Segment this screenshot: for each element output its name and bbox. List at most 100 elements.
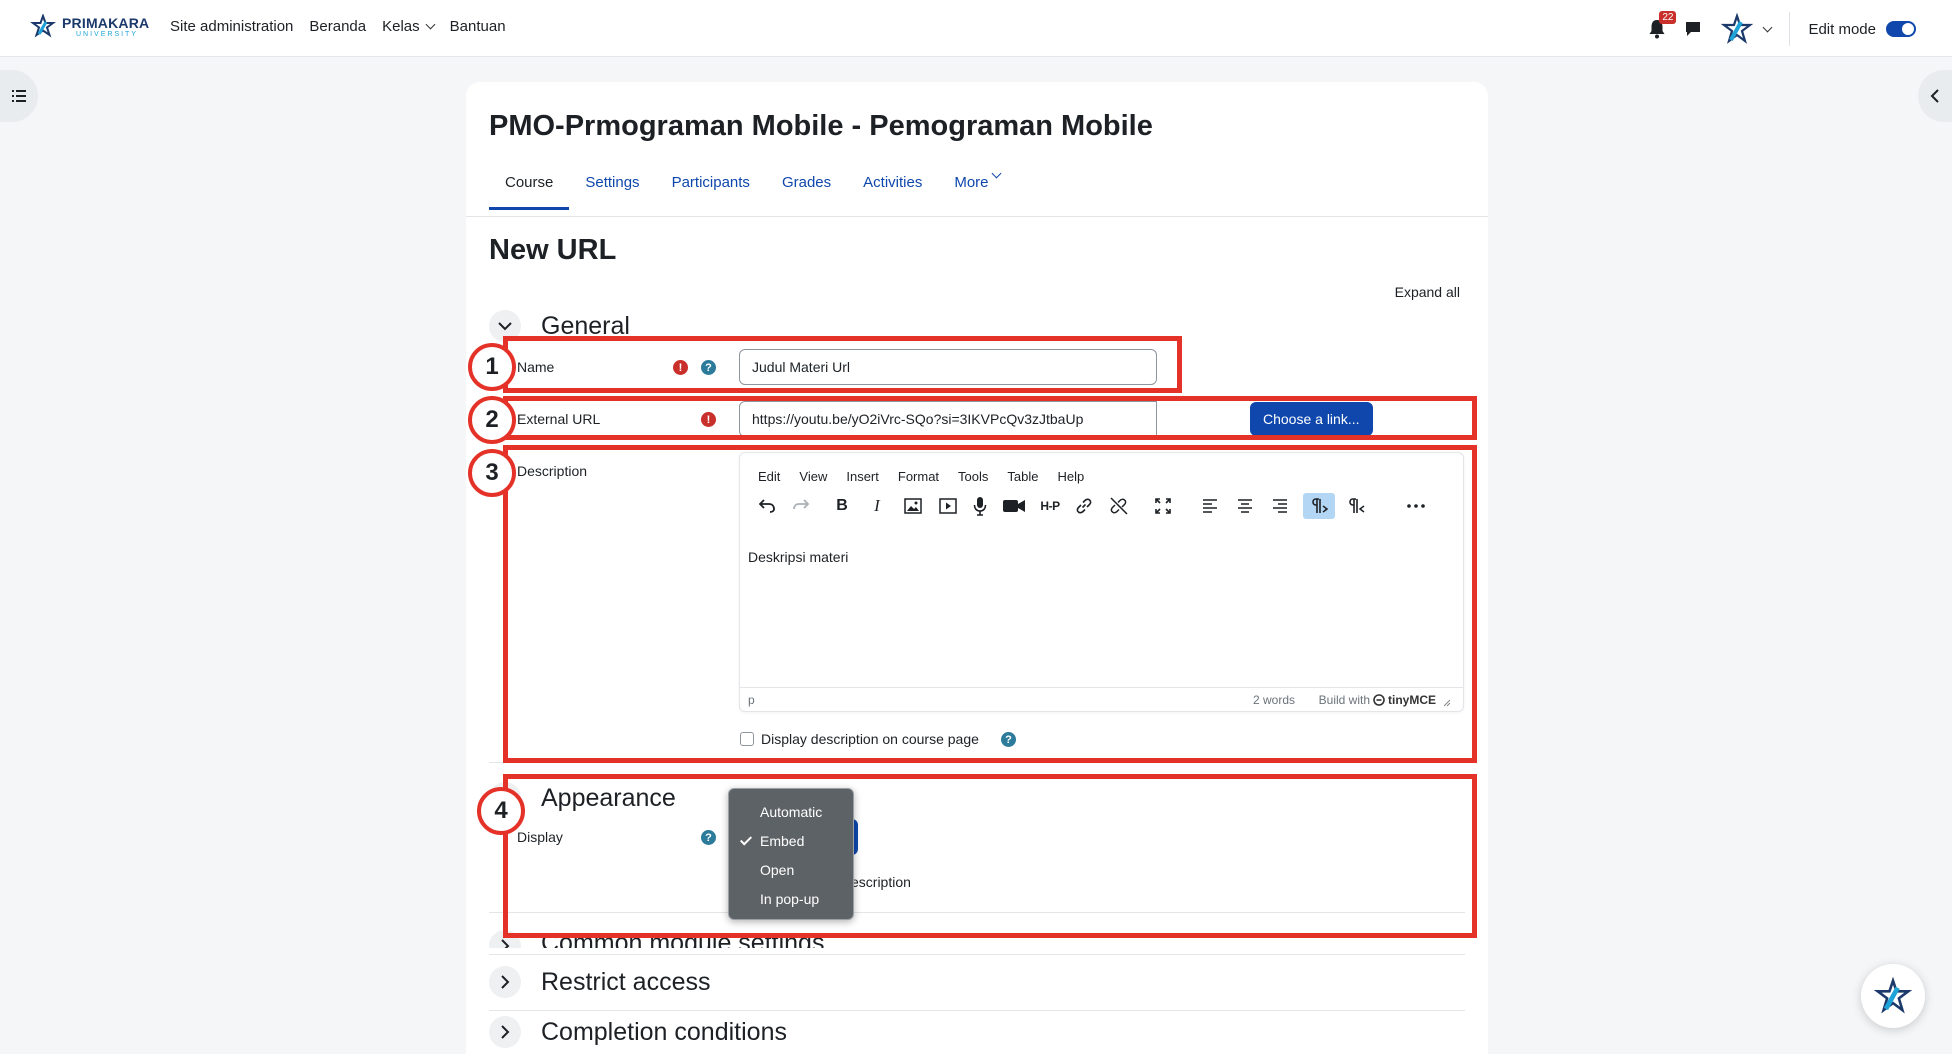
help-icon[interactable]: ?	[701, 360, 716, 375]
display-description-label: Display description on course page	[761, 731, 979, 747]
italic-icon[interactable]: I	[864, 493, 890, 519]
messages-icon[interactable]	[1684, 20, 1702, 38]
course-tabs: Course Settings Participants Grades Acti…	[489, 168, 1016, 210]
nav-kelas[interactable]: Kelas	[382, 18, 436, 35]
option-embed-label: Embed	[760, 832, 805, 849]
tinymce-branding[interactable]: Build with tinyMCE	[1319, 693, 1451, 707]
link-icon[interactable]	[1071, 493, 1097, 519]
external-url-label: External URL	[517, 411, 601, 427]
primakara-logo-icon	[30, 14, 56, 38]
section-common-title: Common module settings	[541, 929, 825, 948]
tabs-divider	[466, 216, 1488, 217]
option-embed[interactable]: Embed	[729, 826, 853, 855]
section-completion-header[interactable]: Completion conditions	[489, 1016, 787, 1048]
tab-participants[interactable]: Participants	[656, 174, 766, 210]
section-divider	[489, 762, 1465, 763]
collapse-general-button[interactable]	[489, 310, 521, 342]
editor-content[interactable]: Deskripsi materi	[748, 549, 848, 565]
required-icon: !	[673, 360, 688, 375]
expand-completion-button[interactable]	[489, 1016, 521, 1048]
undo-icon[interactable]	[754, 493, 780, 519]
element-path[interactable]: p	[748, 693, 755, 707]
main-content-card: PMO-Prmograman Mobile - Pemograman Mobil…	[466, 82, 1488, 1054]
tab-more[interactable]: More	[938, 168, 1015, 210]
brand-name: PRIMAKARA	[62, 15, 150, 31]
edit-mode-label: Edit mode	[1808, 20, 1876, 38]
primakara-assistant-icon	[1873, 977, 1913, 1014]
expand-restrict-button[interactable]	[489, 966, 521, 998]
align-center-icon[interactable]	[1232, 493, 1258, 519]
expand-common-button[interactable]	[489, 930, 521, 948]
h5p-icon[interactable]: H-P	[1037, 493, 1063, 519]
annotation-number-4: 4	[477, 787, 525, 835]
nav-site-administration[interactable]: Site administration	[170, 18, 293, 35]
brand-logo[interactable]: PRIMAKARA UNIVERSITY	[30, 14, 149, 40]
menu-view[interactable]: View	[799, 469, 827, 484]
annotation-number-1: 1	[468, 343, 516, 391]
menu-table[interactable]: Table	[1007, 469, 1038, 484]
chevron-down-icon	[498, 321, 512, 330]
resize-handle-icon[interactable]	[1443, 699, 1451, 707]
unlink-icon[interactable]	[1106, 493, 1132, 519]
menu-insert[interactable]: Insert	[846, 469, 879, 484]
block-drawer-button[interactable]	[1918, 70, 1952, 122]
build-with-label: Build with	[1318, 693, 1370, 707]
video-camera-icon[interactable]	[1001, 493, 1027, 519]
section-general-header[interactable]: General	[489, 310, 630, 342]
nav-beranda[interactable]: Beranda	[309, 18, 366, 35]
microphone-icon[interactable]	[967, 493, 993, 519]
menu-format[interactable]: Format	[898, 469, 939, 484]
help-icon[interactable]: ?	[701, 830, 716, 845]
more-options-icon[interactable]	[1403, 493, 1429, 519]
section-restrict-header[interactable]: Restrict access	[489, 966, 710, 998]
expand-all-link[interactable]: Expand all	[1395, 284, 1460, 300]
display-dropdown-menu: Automatic Embed Open In pop-up	[728, 788, 854, 920]
redo-icon[interactable]	[788, 493, 814, 519]
tab-activities[interactable]: Activities	[847, 174, 938, 210]
section-divider	[489, 912, 1465, 913]
brand-sub: UNIVERSITY	[76, 31, 139, 38]
bold-icon[interactable]: B	[829, 493, 855, 519]
user-menu[interactable]	[1720, 13, 1773, 45]
tab-more-label: More	[954, 174, 989, 191]
tab-grades[interactable]: Grades	[766, 174, 847, 210]
help-icon[interactable]: ?	[1001, 732, 1016, 747]
course-index-drawer-button[interactable]	[0, 70, 38, 122]
section-divider	[489, 954, 1465, 955]
choose-link-button[interactable]: Choose a link...	[1250, 402, 1373, 436]
option-in-popup[interactable]: In pop-up	[729, 884, 853, 913]
align-left-icon[interactable]	[1197, 493, 1223, 519]
description-editor[interactable]: Edit View Insert Format Tools Table Help…	[739, 452, 1464, 712]
edit-mode-switch[interactable]: Edit mode	[1808, 21, 1916, 38]
fullscreen-icon[interactable]	[1150, 493, 1176, 519]
section-common-header[interactable]: Common module settings	[489, 918, 824, 948]
tab-course[interactable]: Course	[489, 174, 570, 210]
option-open[interactable]: Open	[729, 855, 853, 884]
image-icon[interactable]	[900, 493, 926, 519]
assistant-fab-button[interactable]	[1861, 964, 1925, 1028]
nav-kelas-label: Kelas	[382, 18, 420, 35]
media-icon[interactable]	[935, 493, 961, 519]
required-icon: !	[701, 412, 716, 427]
page-heading: New URL	[489, 234, 617, 266]
nav-bantuan[interactable]: Bantuan	[450, 18, 506, 35]
external-url-input[interactable]: https://youtu.be/yO2iVrc-SQo?si=3IKVPcQv…	[739, 401, 1157, 437]
align-right-icon[interactable]	[1267, 493, 1293, 519]
menu-tools[interactable]: Tools	[958, 469, 988, 484]
display-description-checkbox[interactable]	[740, 732, 754, 746]
chevron-down-icon	[425, 19, 436, 30]
chevron-down-icon	[1763, 22, 1773, 32]
chevron-down-icon	[991, 168, 1001, 179]
ltr-direction-icon[interactable]	[1303, 493, 1335, 519]
menu-edit[interactable]: Edit	[758, 469, 780, 484]
word-count[interactable]: 2 words	[1253, 693, 1295, 707]
notifications-button[interactable]: 22	[1648, 11, 1677, 39]
tab-settings[interactable]: Settings	[569, 174, 655, 210]
section-general-title: General	[541, 311, 630, 340]
display-description-partial-label: escription	[851, 874, 911, 890]
edit-mode-toggle[interactable]	[1886, 21, 1916, 37]
name-input[interactable]: Judul Materi Url	[739, 349, 1157, 385]
rtl-direction-icon[interactable]	[1344, 493, 1370, 519]
menu-help[interactable]: Help	[1057, 469, 1084, 484]
option-automatic[interactable]: Automatic	[729, 797, 853, 826]
